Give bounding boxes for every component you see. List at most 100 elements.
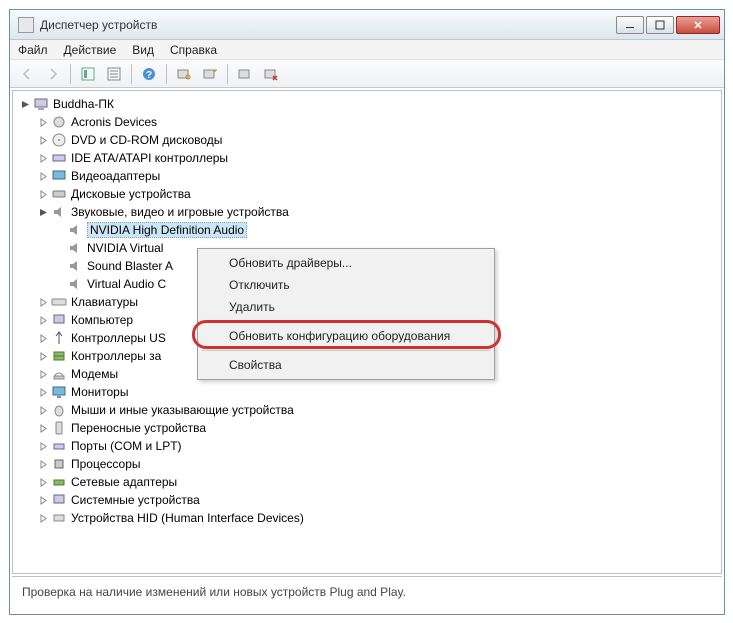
expander-icon[interactable] xyxy=(37,188,49,200)
device-icon xyxy=(51,114,67,130)
statusbar: Проверка на наличие изменений или новых … xyxy=(12,576,722,612)
tree-item[interactable]: IDE ATA/ATAPI контроллеры xyxy=(15,149,719,167)
help-button[interactable]: ? xyxy=(138,63,160,85)
expander-icon[interactable] xyxy=(37,494,49,506)
keyboard-icon xyxy=(51,294,67,310)
expander-icon[interactable] xyxy=(37,386,49,398)
display-icon xyxy=(51,168,67,184)
tree-label: Порты (COM и LPT) xyxy=(71,439,182,453)
expander-icon[interactable] xyxy=(37,296,49,308)
tree-label: Контроллеры за xyxy=(71,349,161,363)
tree-item[interactable]: NVIDIA High Definition Audio xyxy=(15,221,719,239)
expander-icon[interactable] xyxy=(37,476,49,488)
expander-icon[interactable] xyxy=(37,314,49,326)
tree-item[interactable]: Устройства HID (Human Interface Devices) xyxy=(15,509,719,527)
minimize-button[interactable] xyxy=(616,16,644,34)
back-button[interactable] xyxy=(16,63,38,85)
modem-icon xyxy=(51,366,67,382)
expander-icon[interactable] xyxy=(37,116,49,128)
expander-icon[interactable] xyxy=(37,422,49,434)
tree-item[interactable]: Видеоадаптеры xyxy=(15,167,719,185)
menu-scan-hardware[interactable]: Обновить конфигурацию оборудования xyxy=(201,325,491,347)
tree-root[interactable]: Buddha-ПК xyxy=(15,95,719,113)
menubar: Файл Действие Вид Справка xyxy=(10,40,724,60)
menu-separator xyxy=(202,350,490,351)
update-driver-button[interactable] xyxy=(199,63,221,85)
system-icon xyxy=(51,492,67,508)
tree-label: Дисковые устройства xyxy=(71,187,191,201)
app-icon xyxy=(18,17,34,33)
menu-action[interactable]: Действие xyxy=(64,43,117,57)
scan-hardware-button[interactable] xyxy=(173,63,195,85)
expander-icon[interactable] xyxy=(37,404,49,416)
properties-button[interactable] xyxy=(103,63,125,85)
svg-text:?: ? xyxy=(146,70,152,81)
show-hide-tree-button[interactable] xyxy=(77,63,99,85)
tree-label: Мониторы xyxy=(71,385,128,399)
tree-item[interactable]: Переносные устройства xyxy=(15,419,719,437)
disable-button[interactable] xyxy=(260,63,282,85)
context-menu: Обновить драйверы... Отключить Удалить О… xyxy=(197,248,495,380)
cpu-icon xyxy=(51,456,67,472)
tree-label: DVD и CD-ROM дисководы xyxy=(71,133,222,147)
tree-label: Компьютер xyxy=(71,313,133,327)
expander-icon[interactable] xyxy=(37,440,49,452)
tree-label: Модемы xyxy=(71,367,118,381)
sound-icon xyxy=(67,240,83,256)
tree-label: Virtual Audio C xyxy=(87,277,166,291)
dvd-icon xyxy=(51,132,67,148)
disk-icon xyxy=(51,186,67,202)
uninstall-button[interactable] xyxy=(234,63,256,85)
tree-label: Устройства HID (Human Interface Devices) xyxy=(71,511,304,525)
expander-icon[interactable] xyxy=(37,170,49,182)
tree-item[interactable]: Мыши и иные указывающие устройства xyxy=(15,401,719,419)
maximize-button[interactable] xyxy=(646,16,674,34)
close-button[interactable] xyxy=(676,16,720,34)
expander-icon[interactable] xyxy=(37,134,49,146)
expander-icon[interactable] xyxy=(37,332,49,344)
status-text: Проверка на наличие изменений или новых … xyxy=(22,585,406,599)
tree-item[interactable]: Сетевые адаптеры xyxy=(15,473,719,491)
sound-icon xyxy=(51,204,67,220)
portable-icon xyxy=(51,420,67,436)
menu-file[interactable]: Файл xyxy=(18,43,48,57)
tree-item[interactable]: Звуковые, видео и игровые устройства xyxy=(15,203,719,221)
tree-item[interactable]: Порты (COM и LPT) xyxy=(15,437,719,455)
tree-label: Системные устройства xyxy=(71,493,200,507)
menu-update-drivers[interactable]: Обновить драйверы... xyxy=(201,252,491,274)
sound-icon xyxy=(67,222,83,238)
usb-icon xyxy=(51,330,67,346)
menu-delete[interactable]: Удалить xyxy=(201,296,491,318)
menu-view[interactable]: Вид xyxy=(132,43,154,57)
tree-label: Sound Blaster A xyxy=(87,259,173,273)
expander-icon[interactable] xyxy=(37,206,49,218)
toolbar: ? xyxy=(10,60,724,88)
sound-icon xyxy=(67,276,83,292)
expander-icon[interactable] xyxy=(37,350,49,362)
tree-item[interactable]: Системные устройства xyxy=(15,491,719,509)
menu-properties[interactable]: Свойства xyxy=(201,354,491,376)
tree-label: Buddha-ПК xyxy=(53,97,114,111)
monitor-icon xyxy=(51,384,67,400)
forward-button[interactable] xyxy=(42,63,64,85)
window-title: Диспетчер устройств xyxy=(40,18,616,32)
titlebar[interactable]: Диспетчер устройств xyxy=(10,10,724,40)
tree-item[interactable]: Процессоры xyxy=(15,455,719,473)
tree-label: Видеоадаптеры xyxy=(71,169,160,183)
expander-icon[interactable] xyxy=(19,98,31,110)
tree-item[interactable]: Дисковые устройства xyxy=(15,185,719,203)
expander-icon[interactable] xyxy=(37,368,49,380)
tree-label: Контроллеры US xyxy=(71,331,166,345)
menu-disable[interactable]: Отключить xyxy=(201,274,491,296)
menu-help[interactable]: Справка xyxy=(170,43,217,57)
expander-icon[interactable] xyxy=(37,458,49,470)
expander-icon[interactable] xyxy=(37,152,49,164)
tree-item[interactable]: Acronis Devices xyxy=(15,113,719,131)
port-icon xyxy=(51,438,67,454)
tree-item[interactable]: DVD и CD-ROM дисководы xyxy=(15,131,719,149)
tree-label: Переносные устройства xyxy=(71,421,206,435)
tree-label: NVIDIA Virtual xyxy=(87,241,163,255)
expander-icon[interactable] xyxy=(37,512,49,524)
tree-item[interactable]: Мониторы xyxy=(15,383,719,401)
tree-label-selected: NVIDIA High Definition Audio xyxy=(87,222,247,238)
